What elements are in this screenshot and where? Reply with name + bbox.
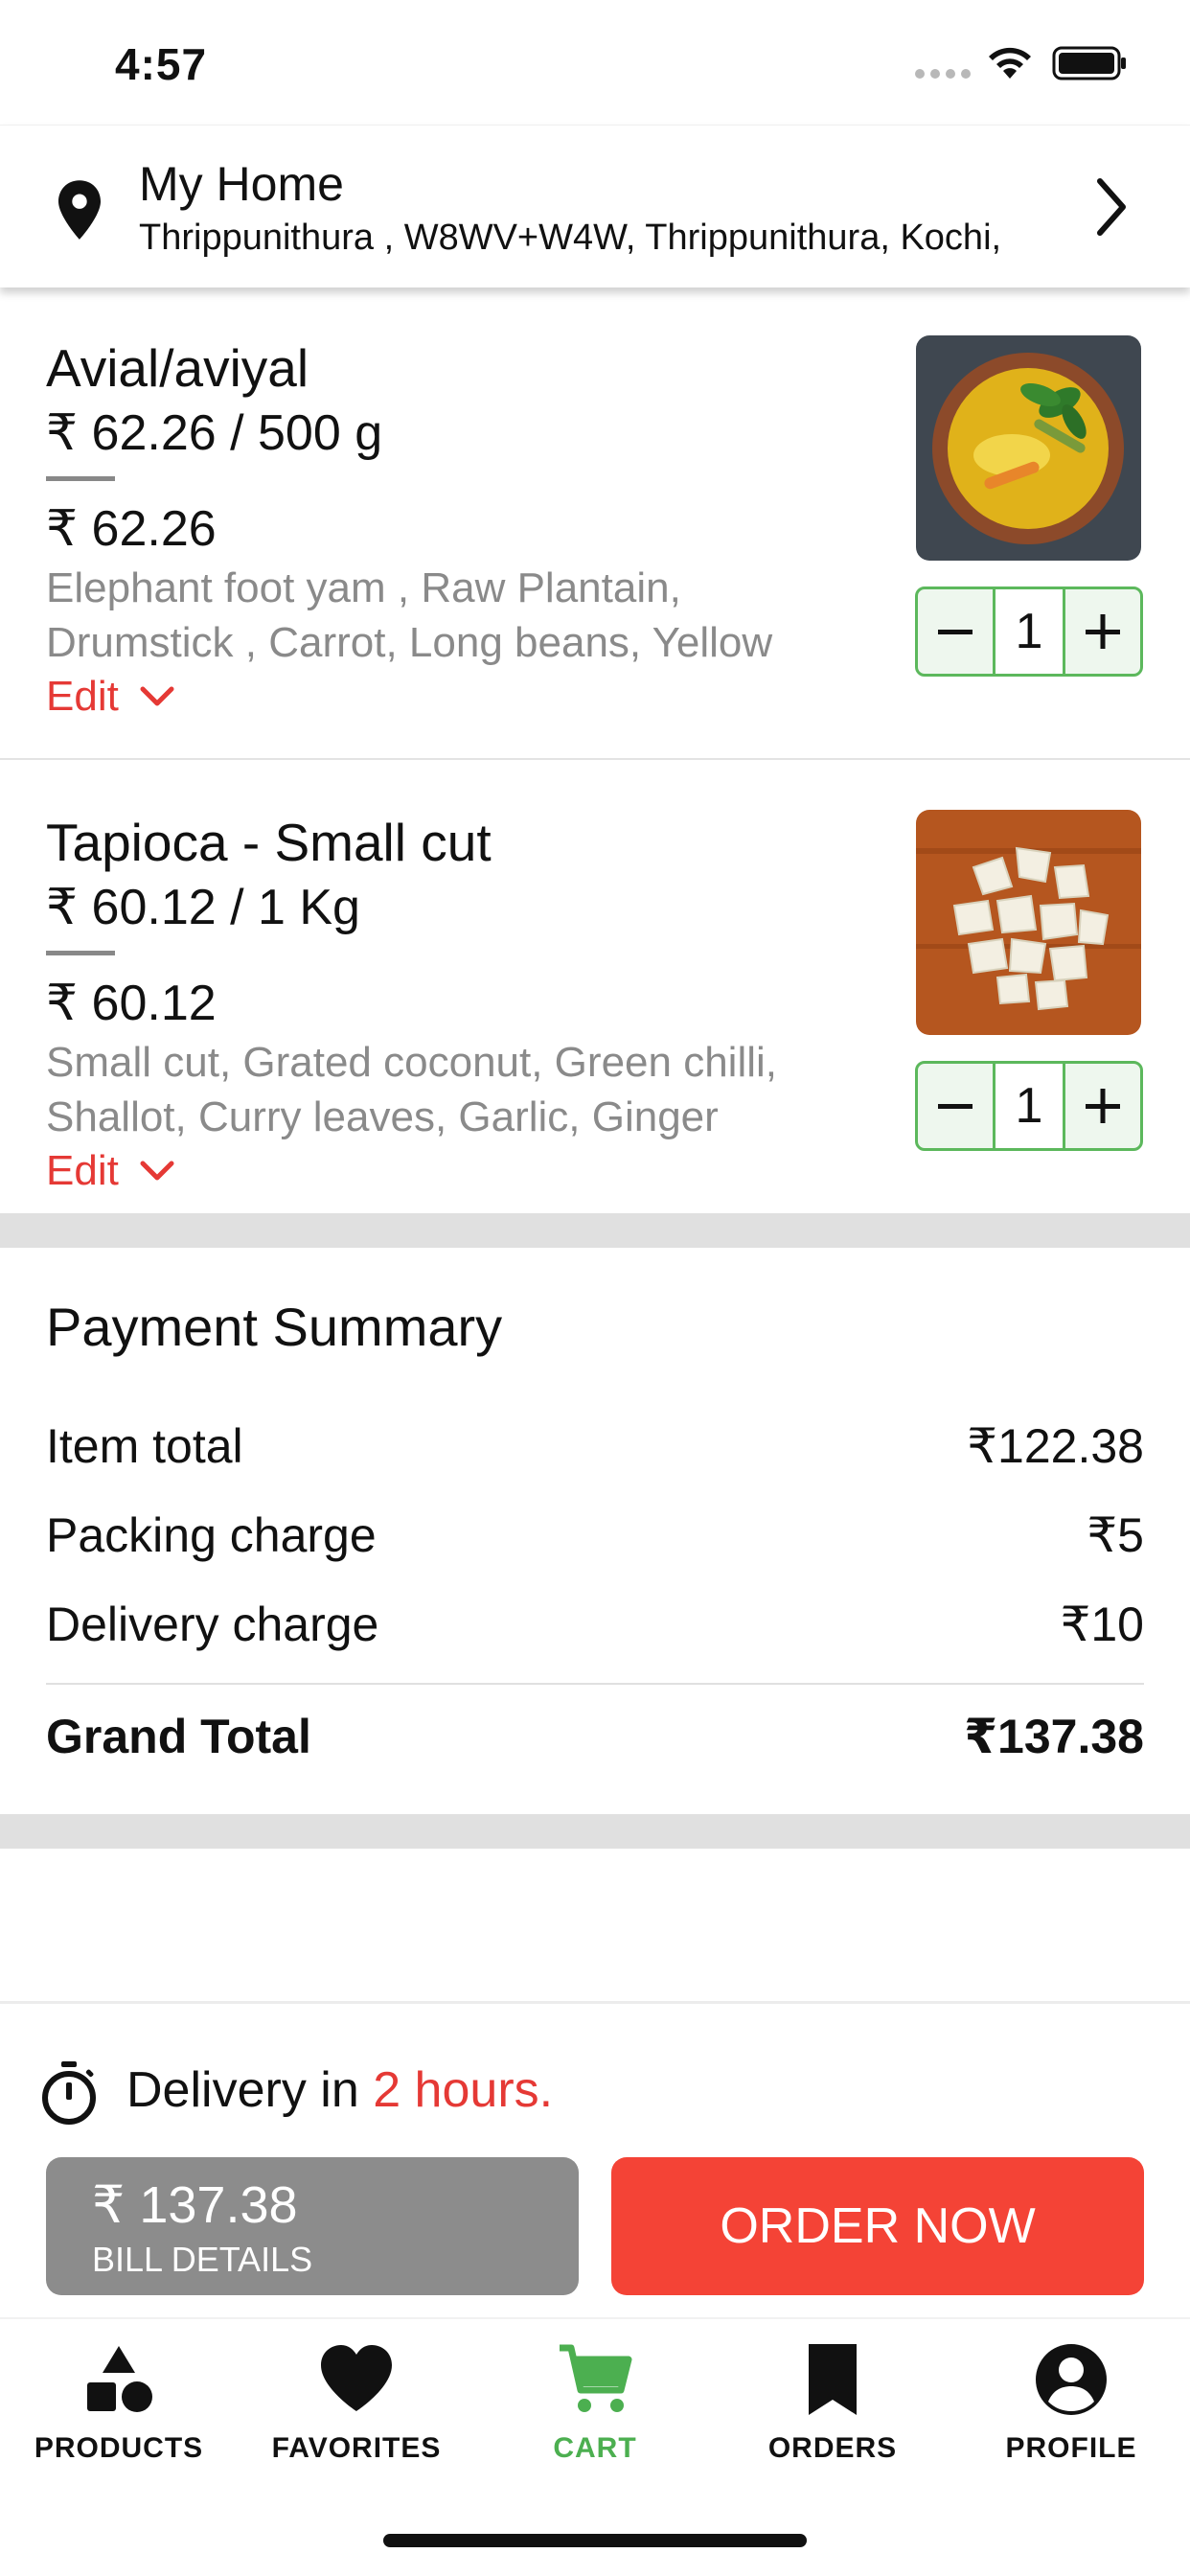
quantity-stepper: 1	[915, 586, 1143, 677]
tab-products[interactable]: PRODUCTS	[0, 2340, 238, 2465]
item-image-tapioca	[916, 810, 1141, 1035]
tab-profile[interactable]: PROFILE	[952, 2340, 1190, 2465]
plus-icon	[1086, 614, 1120, 649]
section-separator	[0, 1814, 1190, 1849]
delivery-estimate: Delivery in 2 hours.	[126, 2061, 553, 2119]
cart-item: Avial/aviyal ₹ 62.26 / 500 g ₹ 62.26 Ele…	[0, 288, 1190, 760]
tab-label: ORDERS	[767, 2432, 898, 2464]
minus-icon	[938, 630, 973, 634]
edit-label: Edit	[46, 673, 119, 720]
delivery-time: 2 hours.	[373, 2062, 554, 2118]
checkout-panel: Delivery in 2 hours. ₹ 137.38 BILL DETAI…	[0, 2001, 1190, 2317]
grand-total-value: ₹137.38	[964, 1710, 1144, 1763]
summary-row: Item total ₹122.38	[46, 1418, 1144, 1474]
decrease-button[interactable]	[918, 1064, 993, 1148]
delivery-prefix: Delivery in	[126, 2062, 374, 2118]
section-separator	[0, 1213, 1190, 1248]
heart-icon	[321, 2345, 392, 2411]
item-description: Small cut, Grated coconut, Green chilli,…	[46, 1039, 777, 1140]
item-price: ₹ 62.26	[46, 501, 217, 557]
summary-value: ₹5	[1087, 1508, 1144, 1562]
chevron-down-icon	[140, 686, 174, 706]
bill-details-button[interactable]: ₹ 137.38 BILL DETAILS	[46, 2157, 579, 2295]
increase-button[interactable]	[1065, 1064, 1140, 1148]
cart-icon	[560, 2344, 632, 2412]
location-pin-icon	[58, 180, 101, 240]
plus-icon	[1086, 1089, 1120, 1123]
address-title: My Home	[139, 157, 344, 211]
grand-total-row: Grand Total ₹137.38	[46, 1709, 1144, 1764]
chevron-down-icon	[140, 1161, 174, 1181]
wifi-icon	[989, 47, 1031, 79]
decrease-button[interactable]	[918, 589, 993, 674]
bill-details-label: BILL DETAILS	[92, 2240, 313, 2279]
item-unit-price: ₹ 60.12 / 1 Kg	[46, 880, 360, 935]
item-name: Tapioca - Small cut	[46, 813, 492, 872]
shapes-icon	[87, 2346, 152, 2412]
quantity-stepper: 1	[915, 1061, 1143, 1151]
item-description: Elephant foot yam , Raw Plantain, Drumst…	[46, 564, 773, 666]
payment-summary-title: Payment Summary	[46, 1297, 503, 1357]
summary-row: Packing charge ₹5	[46, 1507, 1144, 1563]
summary-label: Delivery charge	[46, 1598, 379, 1651]
tab-cart[interactable]: CART	[476, 2340, 714, 2465]
quantity-value: 1	[993, 1064, 1065, 1148]
delivery-address-bar[interactable]: My Home Thrippunithura , W8WV+W4W, Thrip…	[0, 125, 1190, 288]
summary-row: Delivery charge ₹10	[46, 1597, 1144, 1652]
status-time: 4:57	[115, 39, 208, 89]
summary-value: ₹122.38	[967, 1419, 1144, 1473]
edit-label: Edit	[46, 1147, 119, 1194]
signal-dots-icon	[915, 69, 971, 79]
tab-label: PROFILE	[1005, 2432, 1137, 2464]
grand-total-label: Grand Total	[46, 1710, 311, 1763]
order-now-button[interactable]: ORDER NOW	[611, 2157, 1144, 2295]
address-line: Thrippunithura , W8WV+W4W, Thrippunithur…	[139, 218, 1002, 258]
item-divider	[46, 951, 115, 955]
timer-icon	[42, 2061, 96, 2125]
bill-amount: ₹ 137.38	[92, 2176, 298, 2234]
summary-label: Packing charge	[46, 1508, 377, 1562]
edit-button[interactable]: Edit	[46, 1147, 176, 1195]
item-unit-price: ₹ 62.26 / 500 g	[46, 405, 383, 461]
tab-label: CART	[553, 2432, 637, 2464]
battery-icon	[1052, 46, 1126, 80]
tab-orders[interactable]: ORDERS	[714, 2340, 951, 2465]
home-indicator	[383, 2534, 807, 2547]
summary-value: ₹10	[1060, 1598, 1144, 1651]
summary-label: Item total	[46, 1419, 243, 1473]
quantity-value: 1	[993, 589, 1065, 674]
item-divider	[46, 476, 115, 481]
status-bar: 4:57	[0, 0, 1190, 125]
account-icon	[1036, 2344, 1107, 2415]
tab-label: FAVORITES	[271, 2432, 442, 2464]
increase-button[interactable]	[1065, 589, 1140, 674]
item-image-avial	[916, 335, 1141, 561]
tab-favorites[interactable]: FAVORITES	[238, 2340, 475, 2465]
cart-item: Tapioca - Small cut ₹ 60.12 / 1 Kg ₹ 60.…	[0, 762, 1190, 1212]
tab-label: PRODUCTS	[34, 2432, 204, 2464]
item-name: Avial/aviyal	[46, 338, 309, 398]
item-price: ₹ 60.12	[46, 976, 217, 1031]
minus-icon	[938, 1104, 973, 1109]
summary-divider	[46, 1683, 1144, 1685]
chevron-right-icon[interactable]	[1092, 173, 1131, 241]
bookmark-icon	[809, 2344, 857, 2415]
edit-button[interactable]: Edit	[46, 673, 176, 721]
